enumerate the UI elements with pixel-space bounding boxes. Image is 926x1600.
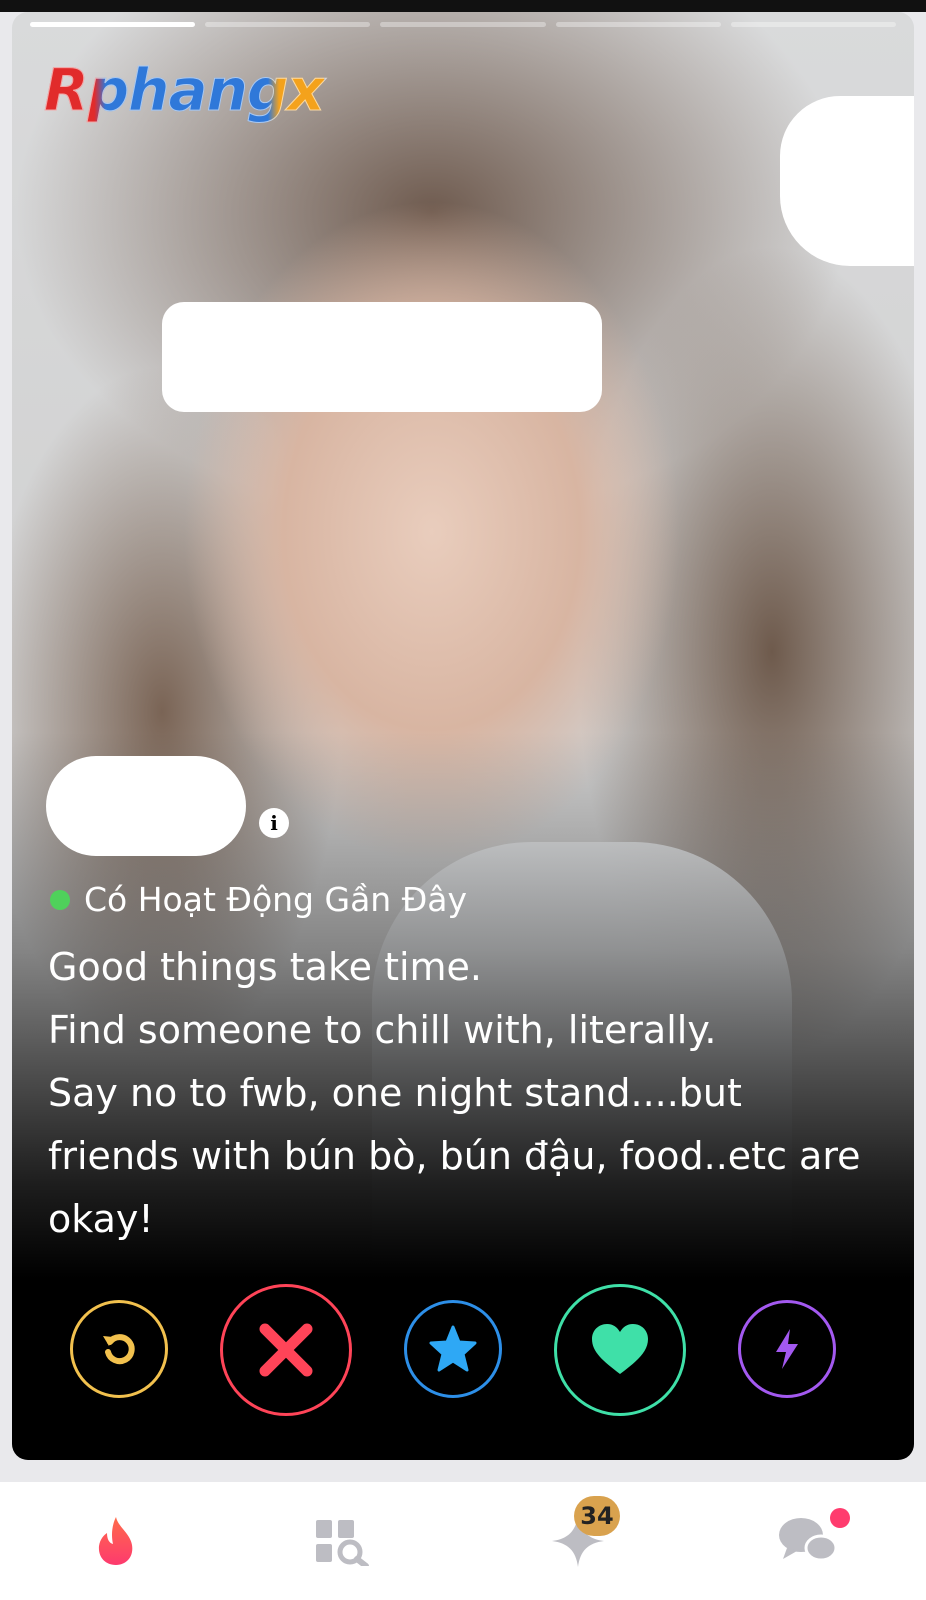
- photo-progress-segment[interactable]: [730, 22, 897, 27]
- message-notification-dot: [830, 1508, 850, 1528]
- nope-button[interactable]: [220, 1284, 352, 1416]
- watermark-logo: Rphangx: [44, 56, 326, 125]
- rewind-button[interactable]: [70, 1300, 168, 1398]
- bio-line: friends with bún bò, bún đậu, food..etc …: [48, 1134, 861, 1178]
- likes-count-badge: 34: [574, 1496, 620, 1536]
- action-bar: [12, 1270, 914, 1420]
- rewind-icon: [103, 1334, 135, 1365]
- activity-status-label: Có Hoạt Động Gần Đây: [84, 880, 468, 919]
- flame-icon: [98, 1517, 133, 1565]
- photo-progress-segment[interactable]: [380, 22, 546, 27]
- like-button[interactable]: [554, 1284, 686, 1416]
- photo-progress: [30, 22, 897, 27]
- bio-line: Say no to fwb, one night stand....but: [48, 1071, 742, 1115]
- profile-bio: Good things take time. Find someone to c…: [48, 936, 888, 1251]
- tab-messages[interactable]: [748, 1482, 868, 1600]
- redaction-name: [46, 756, 246, 856]
- photo-progress-segment[interactable]: [30, 22, 196, 27]
- redaction-corner: [780, 96, 914, 266]
- tab-swipe[interactable]: [56, 1482, 176, 1600]
- photo-progress-segment[interactable]: [205, 22, 371, 27]
- lightning-icon: [776, 1329, 798, 1369]
- tab-explore[interactable]: [282, 1482, 402, 1600]
- explore-icon: [316, 1520, 369, 1566]
- top-edge: [0, 0, 926, 12]
- heart-icon: [592, 1324, 648, 1374]
- redaction-eyes: [162, 302, 602, 412]
- bottom-tab-bar: [0, 1482, 926, 1600]
- photo-progress-segment[interactable]: [555, 22, 721, 27]
- activity-status: Có Hoạt Động Gần Đây: [50, 880, 467, 919]
- bio-line: Good things take time.: [48, 945, 482, 989]
- bio-line: okay!: [48, 1197, 154, 1241]
- tab-likes[interactable]: [518, 1482, 638, 1600]
- profile-card[interactable]: Rphangx i Có Hoạt Động Gần Đây Good thin…: [12, 12, 914, 1460]
- star-icon: [429, 1325, 477, 1372]
- super-like-button[interactable]: [404, 1300, 502, 1398]
- close-icon: [259, 1323, 313, 1377]
- online-dot-icon: [50, 889, 70, 910]
- info-icon[interactable]: i: [259, 808, 289, 838]
- bio-line: Find someone to chill with, literally.: [48, 1008, 717, 1052]
- chat-icon: [779, 1518, 838, 1562]
- boost-button[interactable]: [738, 1300, 836, 1398]
